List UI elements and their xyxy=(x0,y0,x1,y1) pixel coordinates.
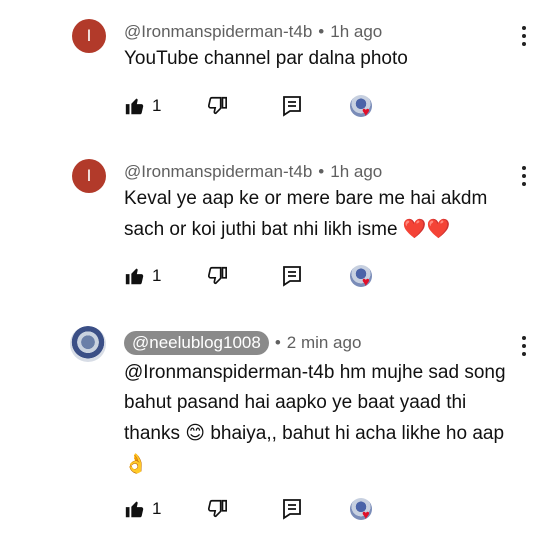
creator-heart: ♥ xyxy=(350,263,372,289)
comment-actions: 1 ♥ xyxy=(124,263,384,289)
comment-text: YouTube channel par dalna photo xyxy=(124,48,408,69)
commenter-handle[interactable]: @Ironmanspiderman-t4b xyxy=(124,162,312,182)
hearts-emoji: ❤️❤️ xyxy=(402,218,451,240)
creator-avatar: ♥ xyxy=(350,95,372,119)
reply-icon xyxy=(283,499,301,520)
more-options-icon[interactable] xyxy=(516,24,532,48)
dislike-icon xyxy=(207,266,227,285)
smile-emoji: 😊 xyxy=(185,422,206,444)
like-count: 1 xyxy=(152,499,162,518)
creator-heart: ♥ xyxy=(350,93,372,119)
comment-time: 1h ago xyxy=(330,162,383,181)
like-count: 1 xyxy=(152,96,162,115)
comment-actions: 1 ♥ xyxy=(124,93,384,119)
creator-heart: ♥ xyxy=(350,496,372,522)
like-icon xyxy=(125,98,144,115)
reply-button[interactable] xyxy=(282,496,302,522)
meta-separator: • xyxy=(318,162,325,181)
creator-avatar: ♥ xyxy=(350,265,372,289)
comment-text: Keval ye aap ke or mere bare me hai akdm… xyxy=(124,184,516,245)
creator-avatar: ♥ xyxy=(350,498,372,522)
dislike-icon xyxy=(207,96,227,115)
like-button[interactable]: 1 xyxy=(124,496,161,522)
more-options-icon[interactable] xyxy=(516,164,532,188)
ok-hand-emoji: 👌 xyxy=(124,453,148,475)
like-button[interactable]: 1 xyxy=(124,93,161,119)
comment-text: @Ironmanspiderman-t4b hm mujhe sad song … xyxy=(124,358,516,480)
reply-icon xyxy=(283,96,301,117)
comment-actions: 1 ♥ xyxy=(124,496,384,522)
like-icon xyxy=(125,268,144,285)
comment-time: 1h ago xyxy=(330,22,383,41)
comment-meta: @neelublog1008 • 2 min ago xyxy=(124,331,361,355)
dislike-button[interactable] xyxy=(206,263,228,289)
like-button[interactable]: 1 xyxy=(124,263,161,289)
comment-text-body-2: bhaiya,, bahut hi acha likhe ho aap xyxy=(210,423,505,444)
commenter-avatar[interactable]: I xyxy=(72,159,106,193)
like-icon xyxy=(125,501,144,518)
commenter-handle[interactable]: @neelublog1008 xyxy=(124,331,269,355)
dislike-icon xyxy=(207,499,227,518)
meta-separator: • xyxy=(318,22,325,41)
meta-separator: • xyxy=(274,333,281,352)
commenter-avatar[interactable]: I xyxy=(72,19,106,53)
more-options-icon[interactable] xyxy=(516,334,532,358)
dislike-button[interactable] xyxy=(206,93,228,119)
creator-heart-icon: ♥ xyxy=(362,104,370,119)
reply-button[interactable] xyxy=(282,93,302,119)
creator-heart-icon: ♥ xyxy=(362,507,370,522)
reply-button[interactable] xyxy=(282,263,302,289)
commenter-avatar[interactable] xyxy=(70,326,106,362)
reply-icon xyxy=(283,266,301,287)
comment-meta: @Ironmanspiderman-t4b • 1h ago xyxy=(124,162,382,182)
creator-heart-icon: ♥ xyxy=(362,274,370,289)
dislike-button[interactable] xyxy=(206,496,228,522)
comment-meta: @Ironmanspiderman-t4b • 1h ago xyxy=(124,22,382,42)
commenter-handle[interactable]: @Ironmanspiderman-t4b xyxy=(124,22,312,42)
comment-time: 2 min ago xyxy=(286,333,362,352)
like-count: 1 xyxy=(152,266,162,285)
